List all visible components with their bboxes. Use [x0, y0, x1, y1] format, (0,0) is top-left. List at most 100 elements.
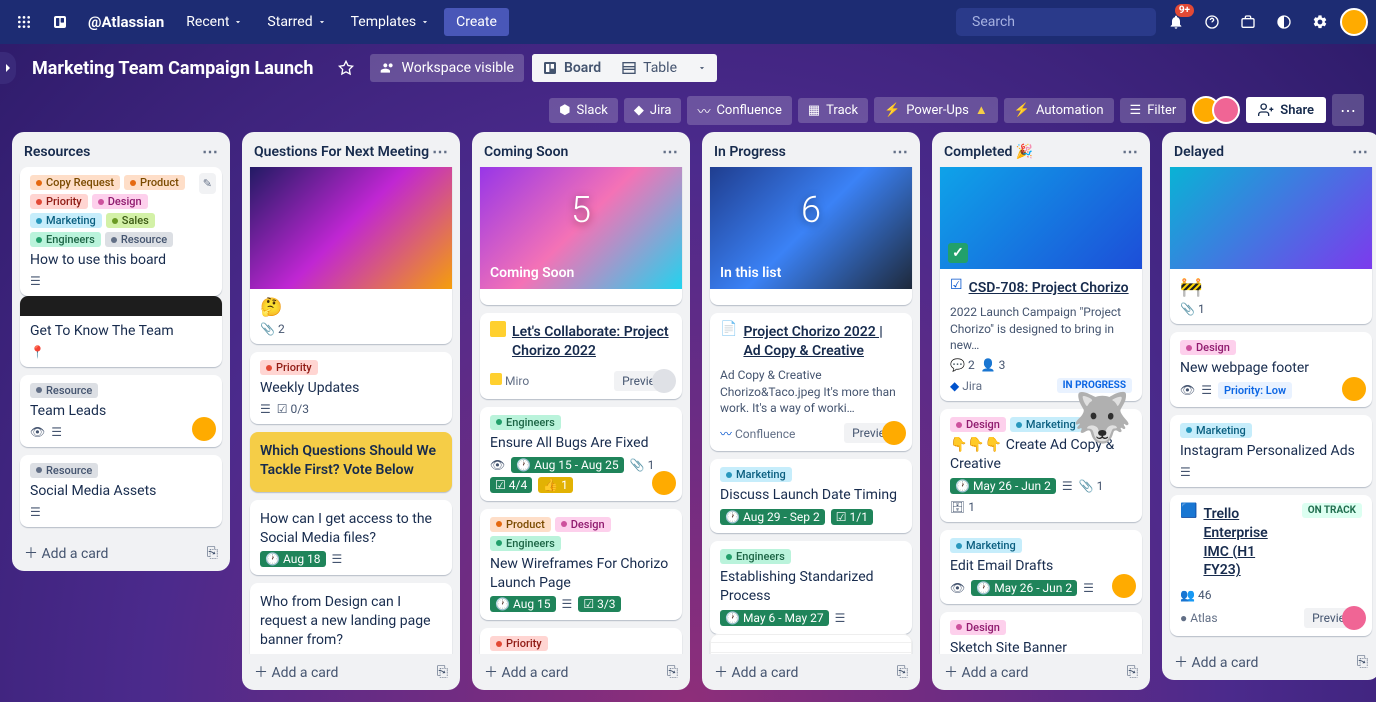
card[interactable]: 🐺 DesignMarketing 👇👇👇 Create Ad Copy & C…	[940, 409, 1142, 522]
filter-button[interactable]: ☰ Filter	[1120, 98, 1187, 123]
member-avatar[interactable]	[192, 417, 216, 441]
template-icon[interactable]: ⎘	[1357, 654, 1368, 670]
description-icon: ☰	[562, 597, 573, 611]
cover-text: Coming Soon	[490, 265, 574, 281]
list-menu-icon[interactable]: ⋯	[892, 142, 908, 161]
confluence-button[interactable]: 〰 Confluence	[687, 96, 791, 125]
card[interactable]: Who from Design can I request a new land…	[250, 583, 452, 654]
board-menu-icon[interactable]: ⋯	[1332, 94, 1364, 126]
share-button[interactable]: Share	[1246, 97, 1326, 123]
card[interactable]: Engineers Ensure All Bugs Are Fixed 👁🕐 A…	[480, 407, 682, 501]
member-avatar[interactable]	[882, 421, 906, 445]
card-cover: 5Coming Soon	[480, 167, 682, 289]
settings-icon[interactable]	[1304, 6, 1336, 38]
list-menu-icon[interactable]: ⋯	[662, 142, 678, 161]
nav-recent[interactable]: Recent	[176, 8, 253, 36]
card[interactable]: ✓ ☑CSD-708: Project Chorizo 2022 Launch …	[940, 167, 1142, 401]
template-icon[interactable]: ⎘	[207, 545, 218, 561]
add-card-button[interactable]: ＋ Add a card⎘	[932, 654, 1150, 690]
brand-name[interactable]: @Atlassian	[80, 13, 172, 31]
member-avatar[interactable]	[1112, 574, 1136, 598]
template-icon[interactable]: ⎘	[897, 664, 908, 680]
view-table-button[interactable]: Table	[611, 54, 687, 82]
card[interactable]: 🚧 📎 1	[1170, 167, 1372, 324]
card[interactable]: ProductDesignEngineers New Wireframes Fo…	[480, 509, 682, 621]
card[interactable]	[710, 634, 912, 654]
add-card-button[interactable]: ＋ Add a card⎘	[1162, 644, 1376, 680]
briefcase-icon[interactable]	[1232, 6, 1264, 38]
card[interactable]: Design New webpage footer 👁☰Priority: Lo…	[1170, 332, 1372, 407]
card[interactable]: 🟦Trello Enterprise IMC (H1 FY23)ON TRACK…	[1170, 495, 1372, 637]
card[interactable]: Marketing Edit Email Drafts 👁🕐 May 26 - …	[940, 530, 1142, 604]
card[interactable]: Design Sketch Site Banner 🕐 May 26 - Jun…	[940, 612, 1142, 654]
list-title[interactable]: Resources	[24, 144, 90, 160]
add-card-button[interactable]: ＋ Add a card⎘	[12, 535, 230, 571]
search-box[interactable]	[956, 8, 1156, 36]
list-title[interactable]: Completed 🎉	[944, 144, 1033, 160]
list-menu-icon[interactable]: ⋯	[202, 142, 218, 161]
trello-logo-icon[interactable]	[44, 6, 76, 38]
add-card-button[interactable]: ＋ Add a card⎘	[472, 654, 690, 690]
card[interactable]: Resource Team Leads 👁☰	[20, 375, 222, 447]
card[interactable]: Marketing Instagram Personalized Ads ☰	[1170, 415, 1372, 487]
view-toggle: Board Table	[532, 54, 717, 82]
member-avatar[interactable]	[1342, 377, 1366, 401]
jira-button[interactable]: ◆ Jira	[624, 98, 682, 123]
list-title[interactable]: Questions For Next Meeting	[254, 144, 429, 160]
list-title[interactable]: Delayed	[1174, 144, 1224, 160]
template-icon[interactable]: ⎘	[667, 664, 678, 680]
automation-button[interactable]: ⚡ Automation	[1004, 98, 1114, 123]
list-menu-icon[interactable]: ⋯	[432, 142, 448, 161]
view-more-button[interactable]	[687, 54, 717, 82]
nav-templates[interactable]: Templates	[341, 8, 441, 36]
member-avatar[interactable]	[1342, 606, 1366, 630]
card[interactable]: Let's Collaborate: Project Chorizo 2022 …	[480, 313, 682, 399]
list-title[interactable]: Coming Soon	[484, 144, 568, 160]
slack-button[interactable]: ⬢ Slack	[549, 98, 618, 123]
board-title[interactable]: Marketing Team Campaign Launch	[24, 58, 322, 79]
template-icon[interactable]: ⎘	[1127, 664, 1138, 680]
card[interactable]: 📄Project Chorizo 2022 | Ad Copy & Creati…	[710, 313, 912, 451]
description-icon: ☰	[30, 274, 41, 288]
list-menu-icon[interactable]: ⋯	[1122, 142, 1138, 161]
view-board-button[interactable]: Board	[532, 54, 611, 82]
card[interactable]: Which Questions Should We Tackle First? …	[250, 432, 452, 492]
edit-icon[interactable]: ✎	[199, 173, 216, 194]
track-button[interactable]: ▦ Track	[798, 98, 868, 123]
template-icon[interactable]: ⎘	[437, 664, 448, 680]
board-members[interactable]	[1192, 96, 1240, 124]
member-avatar[interactable]	[652, 369, 676, 393]
card[interactable]: 5Coming Soon	[480, 167, 682, 305]
sidebar-expand-icon[interactable]	[0, 52, 16, 84]
add-card-button[interactable]: ＋ Add a card⎘	[702, 654, 920, 690]
theme-icon[interactable]	[1268, 6, 1300, 38]
card[interactable]: Get To Know The Team 📍	[20, 296, 222, 367]
powerups-button[interactable]: ⚡ Power-Ups ▲	[874, 97, 998, 123]
star-icon[interactable]	[330, 52, 362, 84]
card[interactable]: Priority Weekly Updates ☰☑ 0/3	[250, 352, 452, 424]
list-title[interactable]: In Progress	[714, 144, 786, 160]
nav-starred[interactable]: Starred	[257, 8, 336, 36]
apps-icon[interactable]	[8, 6, 40, 38]
list-menu-icon[interactable]: ⋯	[1352, 142, 1368, 161]
card[interactable]: 🤔 📎 2	[250, 167, 452, 344]
card[interactable]: Marketing Discuss Launch Date Timing 🕐 A…	[710, 459, 912, 533]
card-title: Let's Collaborate: Project Chorizo 2022	[512, 323, 672, 361]
help-icon[interactable]	[1196, 6, 1228, 38]
user-avatar[interactable]	[1340, 8, 1368, 36]
card[interactable]: Resource Social Media Assets ☰	[20, 455, 222, 527]
search-input[interactable]	[972, 14, 1150, 30]
member-avatar[interactable]	[652, 471, 676, 495]
workspace-visible-button[interactable]: Workspace visible	[370, 54, 524, 82]
checklist-done: ☑ 1/1	[831, 509, 873, 525]
card[interactable]: ✎ Copy Request Product Priority Design M…	[20, 167, 222, 296]
card[interactable]: Engineers Establishing Standarized Proce…	[710, 541, 912, 634]
location-icon: 📍	[30, 345, 45, 359]
notifications-icon[interactable]: 9+	[1160, 6, 1192, 38]
add-card-button[interactable]: ＋ Add a card⎘	[242, 654, 460, 690]
card[interactable]: How can I get access to the Social Media…	[250, 500, 452, 576]
card[interactable]: 6In this list	[710, 167, 912, 305]
create-button[interactable]: Create	[444, 8, 509, 36]
card[interactable]: Priority Legal Review 🕐 Sep 5 - Sep 16☰📍	[480, 628, 682, 654]
board-canvas[interactable]: Resources ⋯ ✎ Copy Request Product Priori…	[0, 128, 1376, 702]
